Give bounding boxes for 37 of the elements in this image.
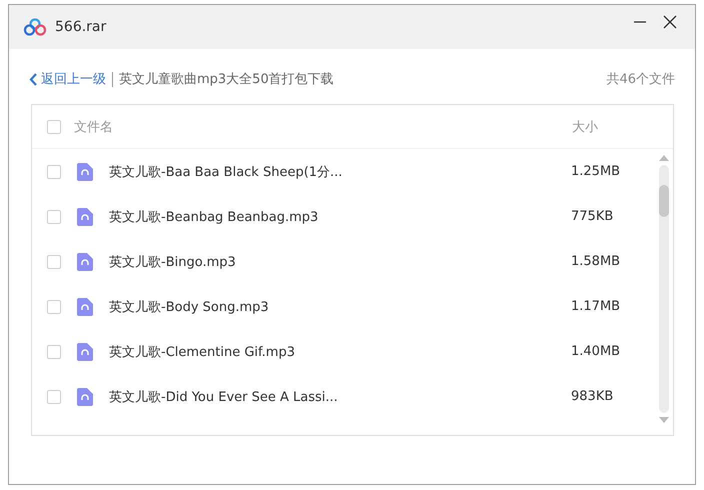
select-all-checkbox[interactable]	[47, 120, 61, 134]
file-name[interactable]: 英文儿歌-Bingo.mp3	[109, 252, 571, 270]
scrollbar-thumb[interactable]	[659, 185, 669, 217]
file-name[interactable]: 英文儿歌-Did You Ever See A Lassi...	[109, 388, 571, 406]
row-checkbox[interactable]	[47, 254, 61, 268]
file-name[interactable]: 英文儿歌-Body Song.mp3	[109, 298, 571, 316]
row-checkbox[interactable]	[47, 300, 61, 314]
file-name[interactable]: 英文儿歌-Baa Baa Black Sheep(1分...	[109, 162, 571, 180]
file-count: 共46个文件	[606, 71, 675, 88]
column-header: 文件名	[74, 118, 114, 136]
back-link[interactable]: 返回上一级	[29, 70, 106, 88]
row-checkbox[interactable]	[47, 390, 61, 404]
file-size: 1.17MB	[571, 299, 622, 314]
audio-file-icon	[77, 388, 93, 406]
window-title: 566.rar	[55, 19, 108, 35]
file-size: 775KB	[571, 209, 614, 224]
audio-file-icon	[77, 298, 93, 316]
file-size: 1.58MB	[571, 254, 622, 269]
close-icon	[663, 15, 677, 29]
audio-file-icon	[77, 162, 93, 180]
audio-file-icon	[77, 252, 93, 270]
row-checkbox[interactable]	[47, 210, 61, 224]
row-checkbox[interactable]	[47, 164, 61, 178]
file-size: 983KB	[571, 389, 614, 404]
scroll-up-icon[interactable]	[659, 155, 669, 161]
column-header: 大小	[572, 118, 599, 136]
chevron-left-icon	[29, 72, 38, 86]
file-size: 1.25MB	[571, 164, 622, 179]
file-name[interactable]: 英文儿歌-Clementine Gif.mp3	[109, 342, 571, 360]
scroll-down-icon[interactable]	[659, 417, 669, 423]
audio-file-icon	[77, 342, 93, 360]
row-checkbox[interactable]	[47, 344, 61, 358]
folder-path: 英文儿童歌曲mp3大全50首打包下载	[119, 71, 335, 88]
audio-file-icon	[77, 208, 93, 226]
cloud-logo-icon	[23, 18, 47, 36]
file-name[interactable]: 英文儿歌-Beanbag Beanbag.mp3	[109, 208, 571, 226]
file-size: 1.40MB	[571, 344, 622, 359]
